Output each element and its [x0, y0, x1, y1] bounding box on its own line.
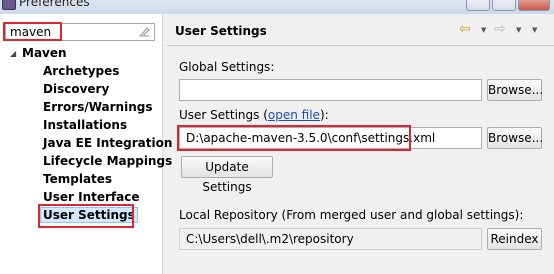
- maximize-button[interactable]: [492, 0, 516, 11]
- open-file-link[interactable]: open file: [268, 108, 320, 122]
- preferences-app-icon: [2, 0, 16, 10]
- local-repository-label: Local Repository (From merged user and g…: [179, 208, 524, 222]
- tree-item-installations[interactable]: Installations: [43, 118, 127, 132]
- tree-item-lifecycle-mappings[interactable]: Lifecycle Mappings: [43, 154, 172, 168]
- tree-item-templates[interactable]: Templates: [43, 172, 112, 186]
- user-settings-label: User Settings (open file):: [179, 108, 329, 122]
- tree-item-java-ee-integration[interactable]: Java EE Integration: [43, 136, 172, 150]
- tree-item-user-interface[interactable]: User Interface: [43, 190, 140, 204]
- update-settings-button[interactable]: Update Settings: [181, 156, 273, 194]
- page-header: User Settings ⇦ ▼ ⇨ ▼ ▼: [167, 14, 554, 46]
- reindex-button[interactable]: Reindex: [487, 228, 542, 250]
- tree-root-label: Maven: [22, 46, 67, 60]
- close-button[interactable]: [518, 0, 550, 11]
- user-settings-label-suffix: ):: [319, 108, 329, 122]
- window-titlebar: Preferences: [0, 0, 554, 14]
- tree-item-errors-warnings[interactable]: Errors/Warnings: [43, 100, 152, 114]
- filter-field[interactable]: [5, 23, 155, 41]
- collapse-arrow-icon[interactable]: ◢: [10, 49, 22, 58]
- tree-item-archetypes[interactable]: Archetypes: [43, 64, 119, 78]
- local-repository-field: C:\Users\dell\.m2\repository: [179, 228, 482, 250]
- forward-dropdown-icon[interactable]: ▼: [516, 26, 521, 34]
- user-settings-label-prefix: User Settings (: [179, 108, 268, 122]
- back-dropdown-icon[interactable]: ▼: [481, 26, 486, 34]
- filter-input[interactable]: [8, 24, 137, 40]
- forward-arrow-icon[interactable]: ⇨: [494, 22, 506, 36]
- page-title: User Settings: [175, 24, 267, 38]
- clear-filter-icon[interactable]: [139, 26, 150, 37]
- user-browse-button[interactable]: Browse...: [487, 127, 543, 149]
- back-arrow-icon[interactable]: ⇦: [459, 22, 471, 36]
- global-settings-field[interactable]: [179, 79, 482, 101]
- minimize-button[interactable]: [466, 0, 490, 11]
- view-menu-icon[interactable]: ▼: [532, 26, 537, 34]
- user-settings-field[interactable]: D:\apache-maven-3.5.0\conf\settings.xml: [179, 127, 482, 149]
- global-settings-label: Global Settings:: [179, 60, 275, 74]
- window-title: Preferences: [19, 0, 90, 9]
- tree-item-user-settings[interactable]: User Settings: [40, 207, 138, 223]
- tree-root-maven[interactable]: ◢ Maven: [10, 46, 67, 60]
- global-browse-button[interactable]: Browse...: [487, 79, 543, 101]
- tree-item-discovery[interactable]: Discovery: [43, 82, 109, 96]
